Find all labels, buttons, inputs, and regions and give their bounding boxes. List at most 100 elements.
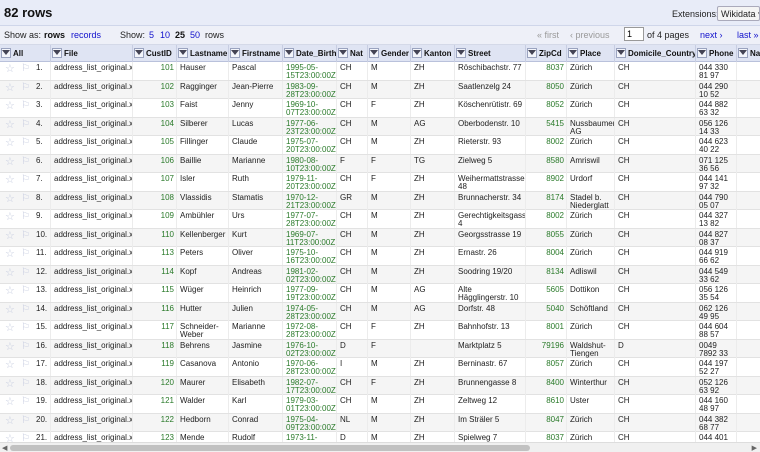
cell-nat[interactable]: CH	[337, 99, 368, 117]
star-icon[interactable]: ☆	[2, 395, 18, 413]
star-icon[interactable]: ☆	[2, 432, 18, 443]
horizontal-scrollbar[interactable]: ◀ ▶	[0, 442, 760, 452]
page-size-10[interactable]: 10	[160, 30, 170, 40]
cell-dob[interactable]: 1979-11-20T23:00:00Z	[283, 173, 337, 191]
cell-firstname[interactable]: Urs	[229, 210, 283, 228]
cell-zip[interactable]: 8037	[526, 432, 567, 442]
cell-custid[interactable]: 106	[133, 154, 177, 173]
cell-lastname[interactable]: Mende	[177, 432, 229, 442]
cell-lastname[interactable]: Peters	[177, 247, 229, 265]
cell-firstname[interactable]: Marianne	[229, 321, 283, 339]
cell-lastname[interactable]: Ambühler	[177, 210, 229, 228]
cell-custid[interactable]: 104	[133, 117, 177, 136]
cell-lastname[interactable]: Kopf	[177, 265, 229, 284]
cell-file[interactable]: address_list_original.xlsx	[51, 173, 133, 191]
cell-phone[interactable]: 044 827 08 37	[696, 228, 737, 247]
cell-custid[interactable]: 101	[133, 62, 177, 80]
flag-icon[interactable]: ⚐	[18, 414, 33, 432]
cell-street[interactable]: Soodring 19/20	[455, 265, 526, 284]
cell-nat[interactable]: CH	[337, 117, 368, 136]
cell-zip[interactable]: 8174	[526, 191, 567, 210]
cell-firstname[interactable]: Marianne	[229, 154, 283, 173]
first-page-link[interactable]: « first	[537, 30, 559, 40]
cell-zip[interactable]: 8052	[526, 99, 567, 117]
cell-street[interactable]: Röschibachstr. 77	[455, 62, 526, 80]
cell-firstname[interactable]: Conrad	[229, 413, 283, 432]
cell-firstname[interactable]: Andreas	[229, 265, 283, 284]
cell-nat[interactable]: I	[337, 358, 368, 376]
cell-nat[interactable]: CH	[337, 395, 368, 413]
cell-street[interactable]: Brunnengasse 8	[455, 376, 526, 395]
cell-place[interactable]: Zürich	[567, 228, 615, 247]
previous-page-link[interactable]: ‹ previous	[570, 30, 610, 40]
scroll-left-icon[interactable]: ◀	[2, 444, 7, 452]
cell-place[interactable]: Nussbaumen AG	[567, 117, 615, 136]
cell-dob[interactable]: 1981-02-02T23:00:00Z	[283, 265, 337, 284]
cell-kanton[interactable]: ZH	[411, 265, 455, 284]
rows-mode-option[interactable]: rows	[44, 30, 65, 40]
cell-gender[interactable]: M	[368, 80, 411, 99]
cell-gender[interactable]: F	[368, 173, 411, 191]
cell-street[interactable]: Brunnacherstr. 34	[455, 191, 526, 210]
cell-dob[interactable]: 1975-10-16T23:00:00Z	[283, 247, 337, 265]
cell-file[interactable]: address_list_original.xlsx	[51, 284, 133, 302]
cell-phone[interactable]: 056 126 35 54	[696, 284, 737, 302]
page-number-input[interactable]	[624, 27, 644, 41]
cell-kanton[interactable]: ZH	[411, 210, 455, 228]
cell-file[interactable]: address_list_original.xlsx	[51, 247, 133, 265]
cell-gender[interactable]: M	[368, 432, 411, 442]
cell-lastname[interactable]: Hutter	[177, 302, 229, 321]
cell-phone[interactable]: 044 401	[696, 432, 737, 442]
flag-icon[interactable]: ⚐	[18, 229, 33, 247]
cell-firstname[interactable]: Pascal	[229, 62, 283, 80]
cell-file[interactable]: address_list_original.xlsx	[51, 228, 133, 247]
cell-custid[interactable]: 122	[133, 413, 177, 432]
cell-nat[interactable]: D	[337, 432, 368, 442]
cell-kanton[interactable]: ZH	[411, 62, 455, 80]
cell-file[interactable]: address_list_original.xlsx	[51, 302, 133, 321]
cell-zip[interactable]: 8004	[526, 247, 567, 265]
cell-dom[interactable]: CH	[615, 117, 696, 136]
cell-phone[interactable]: 044 919 66 62	[696, 247, 737, 265]
cell-street[interactable]: Gerechtigkeitsgasse 4	[455, 210, 526, 228]
cell-zip[interactable]: 8055	[526, 228, 567, 247]
cell-dob[interactable]: 1983-09-28T23:00:00Z	[283, 80, 337, 99]
cell-nat[interactable]: GR	[337, 191, 368, 210]
column-header-custid[interactable]: CustID	[133, 45, 177, 62]
page-size-5[interactable]: 5	[149, 30, 154, 40]
cell-gender[interactable]: M	[368, 228, 411, 247]
cell-file[interactable]: address_list_original.xlsx	[51, 191, 133, 210]
column-header-gender[interactable]: Gender	[368, 45, 411, 62]
star-icon[interactable]: ☆	[2, 62, 18, 80]
star-icon[interactable]: ☆	[2, 136, 18, 154]
cell-phone[interactable]: 062 126 49 95	[696, 302, 737, 321]
records-mode-option[interactable]: records	[71, 30, 101, 40]
cell-nat[interactable]: CH	[337, 136, 368, 154]
flag-icon[interactable]: ⚐	[18, 284, 33, 302]
column-header-phone[interactable]: Phone	[696, 45, 737, 62]
cell-place[interactable]: Zürich	[567, 136, 615, 154]
cell-lastname[interactable]: Hauser	[177, 62, 229, 80]
cell-custid[interactable]: 115	[133, 284, 177, 302]
cell-street[interactable]: Alte Hägglingerstr. 10	[455, 284, 526, 302]
cell-file[interactable]: address_list_original.xlsx	[51, 395, 133, 413]
cell-file[interactable]: address_list_original.xlsx	[51, 376, 133, 395]
cell-zip[interactable]: 8400	[526, 376, 567, 395]
cell-place[interactable]: Zürich	[567, 99, 615, 117]
column-header-kanton[interactable]: Kanton	[411, 45, 455, 62]
cell-file[interactable]: address_list_original.xlsx	[51, 62, 133, 80]
cell-street[interactable]: Bahnhofstr. 13	[455, 321, 526, 339]
cell-street[interactable]: Zeltweg 12	[455, 395, 526, 413]
cell-custid[interactable]: 113	[133, 247, 177, 265]
flag-icon[interactable]: ⚐	[18, 358, 33, 376]
cell-nat[interactable]: CH	[337, 284, 368, 302]
cell-zip[interactable]: 8002	[526, 136, 567, 154]
flag-icon[interactable]: ⚐	[18, 118, 33, 136]
cell-street[interactable]: Im Sträler 5	[455, 413, 526, 432]
flag-icon[interactable]: ⚐	[18, 395, 33, 413]
cell-custid[interactable]: 103	[133, 99, 177, 117]
star-icon[interactable]: ☆	[2, 358, 18, 376]
cell-kanton[interactable]: ZH	[411, 395, 455, 413]
cell-dob[interactable]: 1995-05-15T23:00:00Z	[283, 62, 337, 80]
cell-zip[interactable]: 5040	[526, 302, 567, 321]
